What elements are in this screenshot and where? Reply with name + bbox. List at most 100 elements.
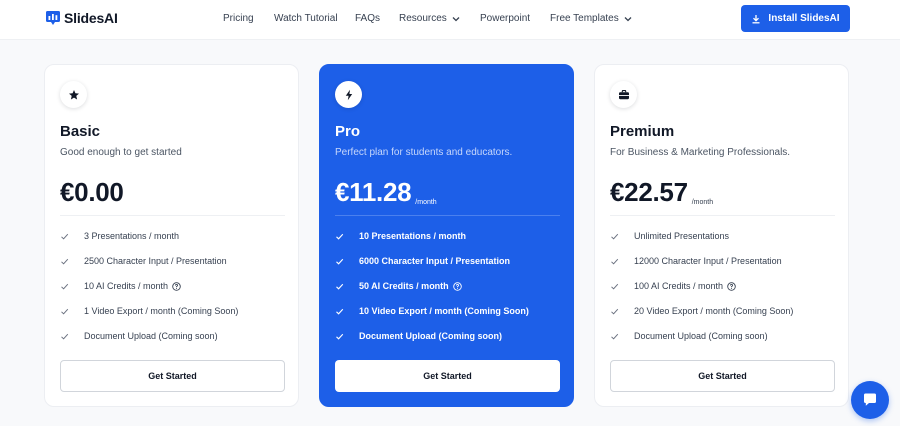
feature-text: Document Upload (Coming soon) bbox=[84, 331, 218, 341]
feature-list: 10 Presentations / month 6000 Character … bbox=[335, 231, 560, 356]
plan-card-premium: Premium For Business & Marketing Profess… bbox=[594, 64, 849, 407]
help-circle-icon[interactable] bbox=[172, 281, 181, 291]
nav-link-label: Resources bbox=[399, 13, 447, 24]
plan-price: €0.00 bbox=[60, 177, 124, 207]
nav-link-label: Free Templates bbox=[550, 13, 619, 24]
star-icon bbox=[68, 89, 79, 99]
check-icon bbox=[611, 258, 619, 265]
feature-with-help: 100 AI Credits / month bbox=[634, 281, 736, 291]
feature-item: 10 Presentations / month bbox=[335, 231, 560, 256]
price-period: /month bbox=[415, 199, 437, 206]
plan-description: Good enough to get started bbox=[60, 147, 182, 158]
nav-link-pricing[interactable]: Pricing bbox=[223, 13, 254, 24]
plan-card-basic: Basic Good enough to get started €0.00 3… bbox=[44, 64, 299, 407]
check-icon bbox=[61, 308, 69, 315]
check-icon bbox=[336, 258, 344, 265]
plan-name: Pro bbox=[335, 123, 361, 140]
price-row: €22.57 /month bbox=[610, 177, 713, 207]
feature-with-help: 10 AI Credits / month bbox=[84, 281, 181, 291]
feature-item: Document Upload (Coming soon) bbox=[335, 331, 560, 356]
feature-item: 50 AI Credits / month bbox=[335, 281, 560, 306]
divider bbox=[335, 215, 560, 216]
top-nav: SlidesAI Pricing Watch Tutorial FAQs Res… bbox=[0, 0, 900, 40]
feature-text: Document Upload (Coming soon) bbox=[634, 331, 768, 341]
download-icon bbox=[752, 14, 760, 23]
check-icon bbox=[611, 283, 619, 290]
check-icon bbox=[336, 233, 344, 240]
plan-name: Basic bbox=[60, 123, 101, 140]
plan-price: €22.57 bbox=[610, 177, 688, 207]
nav-link-faqs[interactable]: FAQs bbox=[355, 13, 380, 24]
help-circle-icon[interactable] bbox=[452, 281, 462, 291]
feature-list: Unlimited Presentations 12000 Character … bbox=[610, 231, 835, 356]
briefcase-icon bbox=[618, 89, 629, 99]
feature-item: Document Upload (Coming soon) bbox=[610, 331, 835, 356]
price-period: /month bbox=[691, 199, 714, 206]
feature-item: 3 Presentations / month bbox=[60, 231, 285, 256]
chevron-down-icon bbox=[452, 16, 460, 21]
plan-name: Premium bbox=[610, 123, 675, 140]
chevron-down-icon bbox=[624, 16, 632, 21]
feature-text: 10 Video Export / month (Coming Soon) bbox=[359, 306, 529, 316]
feature-item: 6000 Character Input / Presentation bbox=[335, 256, 560, 281]
check-icon bbox=[611, 308, 619, 315]
plan-card-pro: Pro Perfect plan for students and educat… bbox=[319, 64, 574, 407]
check-icon bbox=[336, 333, 344, 340]
plan-price: €11.28 bbox=[335, 177, 412, 207]
get-started-button[interactable]: Get Started bbox=[335, 360, 560, 392]
feature-item: 1 Video Export / month (Coming Soon) bbox=[60, 306, 285, 331]
chat-widget-button[interactable] bbox=[851, 381, 889, 419]
help-circle-icon[interactable] bbox=[727, 281, 736, 291]
install-slidesai-button[interactable]: Install SlidesAI bbox=[741, 5, 850, 32]
feature-text: 10 AI Credits / month bbox=[84, 281, 169, 291]
price-row: €11.28 /month bbox=[335, 177, 437, 207]
chat-icon bbox=[864, 393, 876, 406]
plan-description: For Business & Marketing Professionals. bbox=[610, 147, 791, 158]
divider bbox=[610, 215, 835, 216]
plan-icon-badge bbox=[610, 81, 637, 108]
feature-text: 50 AI Credits / month bbox=[359, 281, 449, 291]
check-icon bbox=[611, 233, 619, 240]
feature-list: 3 Presentations / month 2500 Character I… bbox=[60, 231, 285, 356]
nav-link-resources[interactable]: Resources bbox=[399, 13, 460, 24]
feature-item: 10 AI Credits / month bbox=[60, 281, 285, 306]
price-row: €0.00 bbox=[60, 177, 128, 207]
feature-text: 100 AI Credits / month bbox=[634, 281, 724, 291]
feature-item: Unlimited Presentations bbox=[610, 231, 835, 256]
check-icon bbox=[336, 283, 344, 290]
nav-link-label: Powerpoint bbox=[480, 13, 531, 24]
get-started-button[interactable]: Get Started bbox=[60, 360, 285, 392]
nav-link-free-templates[interactable]: Free Templates bbox=[550, 13, 632, 24]
install-button-label: Install SlidesAI bbox=[768, 13, 840, 24]
feature-text: 2500 Character Input / Presentation bbox=[84, 256, 227, 266]
plan-icon-badge bbox=[335, 81, 362, 108]
check-icon bbox=[61, 283, 69, 290]
nav-link-label: Pricing bbox=[223, 13, 254, 24]
divider bbox=[60, 215, 285, 216]
feature-text: 1 Video Export / month (Coming Soon) bbox=[84, 306, 239, 316]
plan-description: Perfect plan for students and educators. bbox=[335, 147, 513, 158]
plan-icon-badge bbox=[60, 81, 87, 108]
nav-link-label: FAQs bbox=[355, 13, 381, 24]
feature-text: 10 Presentations / month bbox=[359, 231, 467, 241]
check-icon bbox=[611, 333, 619, 340]
feature-with-help: 50 AI Credits / month bbox=[359, 281, 462, 291]
nav-link-powerpoint[interactable]: Powerpoint bbox=[480, 13, 530, 24]
get-started-button[interactable]: Get Started bbox=[610, 360, 835, 392]
check-icon bbox=[61, 333, 69, 340]
lightning-icon bbox=[345, 89, 352, 100]
feature-text: Unlimited Presentations bbox=[634, 231, 730, 241]
feature-text: Document Upload (Coming soon) bbox=[359, 331, 502, 341]
feature-text: 20 Video Export / month (Coming Soon) bbox=[634, 306, 794, 316]
feature-text: 6000 Character Input / Presentation bbox=[359, 256, 511, 266]
feature-text: 3 Presentations / month bbox=[84, 231, 180, 241]
feature-item: 2500 Character Input / Presentation bbox=[60, 256, 285, 281]
feature-item: Document Upload (Coming soon) bbox=[60, 331, 285, 356]
feature-item: 10 Video Export / month (Coming Soon) bbox=[335, 306, 560, 331]
nav-link-watch-tutorial[interactable]: Watch Tutorial bbox=[274, 13, 338, 24]
check-icon bbox=[336, 308, 344, 315]
nav-link-label: Watch Tutorial bbox=[274, 13, 338, 24]
feature-item: 20 Video Export / month (Coming Soon) bbox=[610, 306, 835, 331]
check-icon bbox=[61, 233, 69, 240]
check-icon bbox=[61, 258, 69, 265]
